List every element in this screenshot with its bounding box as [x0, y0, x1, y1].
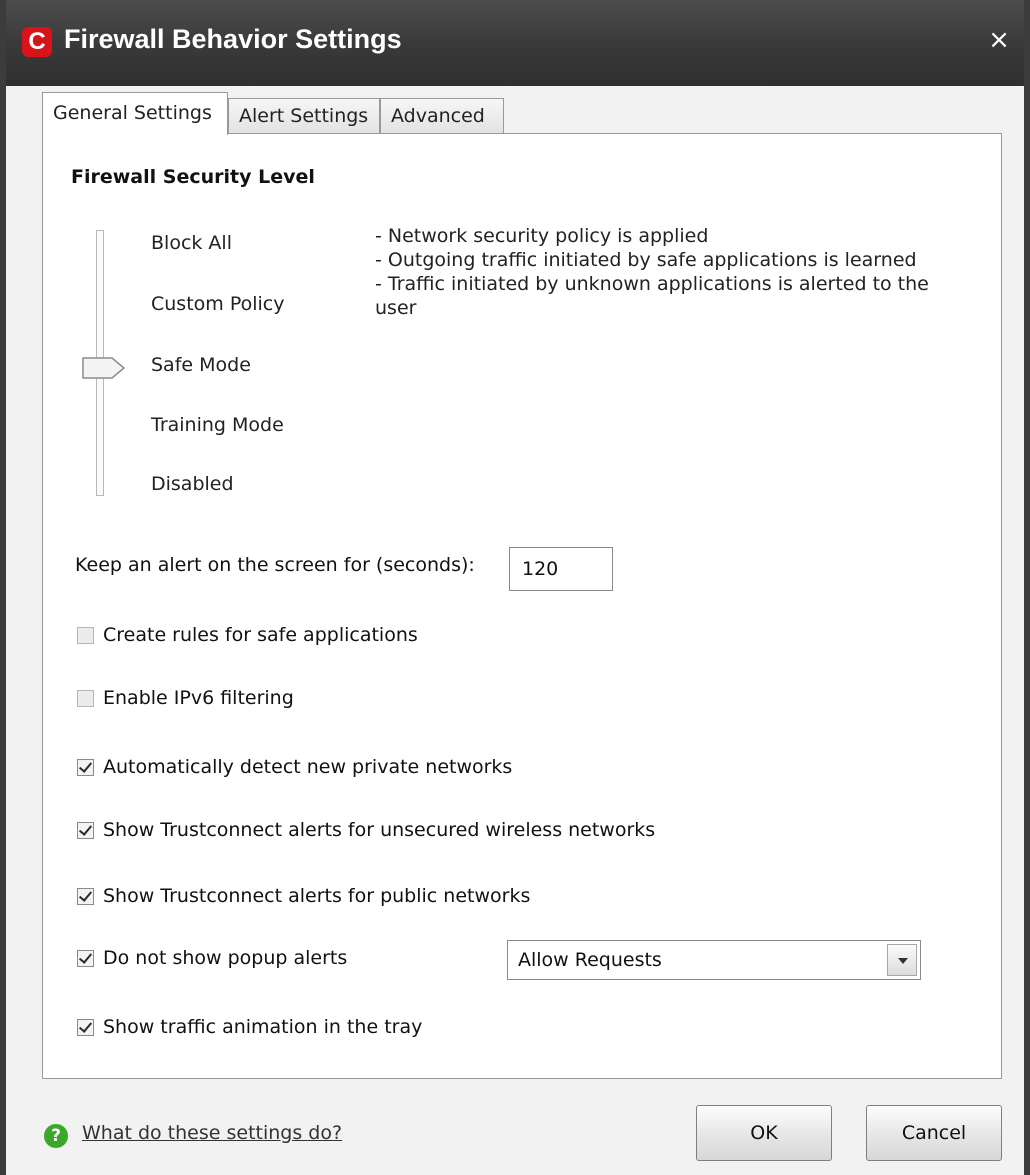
no-popup-alerts-checkbox[interactable] — [77, 949, 94, 967]
security-level-disabled[interactable]: Disabled — [151, 473, 234, 495]
security-level-training-mode[interactable]: Training Mode — [151, 414, 284, 436]
popup-action-dropdown[interactable]: Allow Requests — [507, 940, 921, 980]
tab-general-settings[interactable]: General Settings — [42, 92, 228, 135]
general-settings-panel: Firewall Security Level Block All Custom… — [42, 133, 1002, 1079]
trustconnect-wireless-checkbox[interactable] — [77, 821, 94, 839]
security-level-description: - Network security policy is applied - O… — [375, 224, 935, 320]
trustconnect-public-label: Show Trustconnect alerts for public netw… — [103, 885, 531, 907]
comodo-logo-icon: C — [22, 27, 52, 57]
ok-button[interactable]: OK — [696, 1105, 832, 1161]
no-popup-alerts-option[interactable]: Do not show popup alerts — [77, 947, 347, 969]
traffic-animation-option[interactable]: Show traffic animation in the tray — [77, 1016, 422, 1038]
create-rules-option[interactable]: Create rules for safe applications — [77, 624, 418, 646]
ipv6-filtering-label: Enable IPv6 filtering — [103, 687, 294, 709]
title-bar[interactable]: C Firewall Behavior Settings × — [6, 0, 1024, 86]
cancel-button[interactable]: Cancel — [866, 1105, 1002, 1161]
security-level-slider-thumb[interactable] — [82, 356, 126, 380]
traffic-animation-checkbox[interactable] — [77, 1018, 94, 1036]
security-level-custom-policy[interactable]: Custom Policy — [151, 293, 284, 315]
trustconnect-wireless-label: Show Trustconnect alerts for unsecured w… — [103, 819, 656, 841]
ipv6-filtering-checkbox[interactable] — [77, 689, 94, 707]
tab-alert-settings[interactable]: Alert Settings — [228, 98, 380, 134]
tab-advanced[interactable]: Advanced — [380, 98, 504, 134]
ipv6-filtering-option[interactable]: Enable IPv6 filtering — [77, 687, 294, 709]
security-level-safe-mode[interactable]: Safe Mode — [151, 354, 251, 376]
detect-private-networks-checkbox[interactable] — [77, 758, 94, 776]
chevron-down-icon[interactable] — [887, 944, 917, 976]
alert-duration-input[interactable]: 120 — [509, 547, 613, 591]
create-rules-label: Create rules for safe applications — [103, 624, 418, 646]
help-link[interactable]: What do these settings do? — [82, 1122, 342, 1144]
trustconnect-public-checkbox[interactable] — [77, 887, 94, 905]
trustconnect-public-option[interactable]: Show Trustconnect alerts for public netw… — [77, 885, 530, 907]
close-button[interactable]: × — [984, 22, 1014, 58]
description-line: - Network security policy is applied — [375, 225, 709, 247]
no-popup-alerts-label: Do not show popup alerts — [103, 947, 348, 969]
detect-private-networks-label: Automatically detect new private network… — [103, 756, 513, 778]
description-line: - Traffic initiated by unknown applicati… — [375, 273, 929, 319]
firewall-settings-dialog: C Firewall Behavior Settings × General S… — [0, 0, 1030, 1175]
popup-action-selected: Allow Requests — [518, 949, 662, 971]
security-level-block-all[interactable]: Block All — [151, 232, 232, 254]
create-rules-checkbox[interactable] — [77, 626, 94, 644]
window-title: Firewall Behavior Settings — [64, 24, 402, 54]
security-level-heading: Firewall Security Level — [71, 166, 315, 188]
trustconnect-wireless-option[interactable]: Show Trustconnect alerts for unsecured w… — [77, 819, 655, 841]
traffic-animation-label: Show traffic animation in the tray — [103, 1016, 423, 1038]
detect-private-networks-option[interactable]: Automatically detect new private network… — [77, 756, 512, 778]
alert-duration-label: Keep an alert on the screen for (seconds… — [75, 554, 475, 576]
description-line: - Outgoing traffic initiated by safe app… — [375, 249, 917, 271]
question-circle-icon[interactable]: ? — [44, 1124, 68, 1148]
